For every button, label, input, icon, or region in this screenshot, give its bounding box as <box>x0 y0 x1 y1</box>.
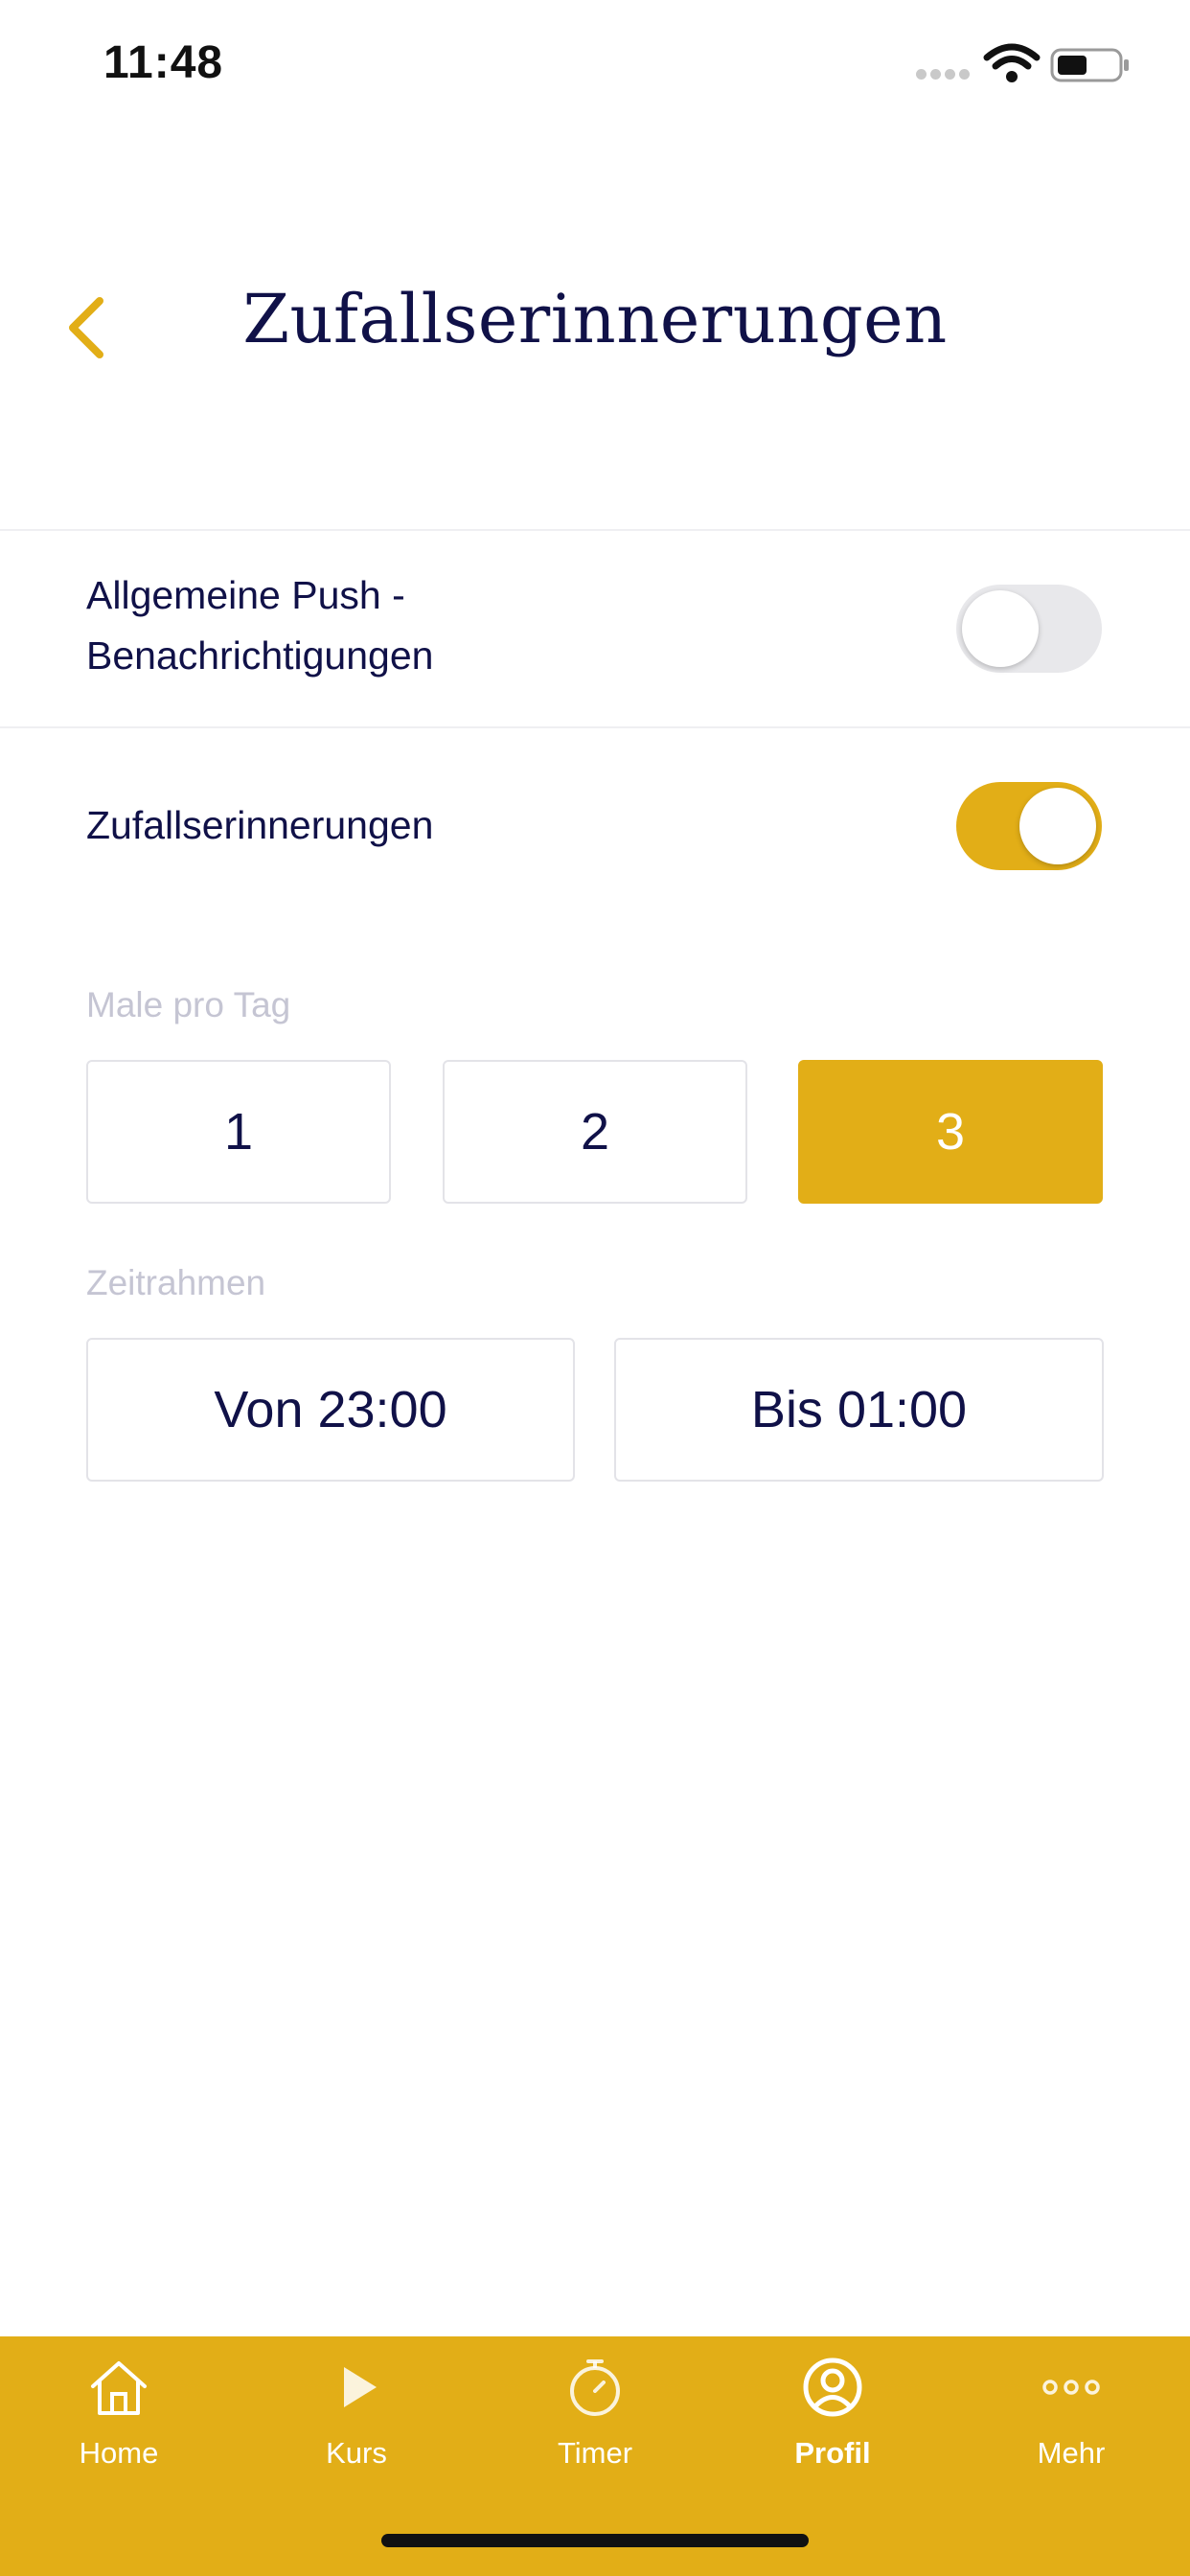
tab-profil-label: Profil <box>794 2436 871 2470</box>
times-option-1[interactable]: 1 <box>86 1060 391 1204</box>
tab-home-label: Home <box>79 2436 159 2470</box>
tab-mehr[interactable]: Mehr <box>952 2346 1190 2490</box>
wifi-icon <box>983 43 1041 82</box>
divider <box>0 529 1190 531</box>
stopwatch-icon <box>570 2359 620 2416</box>
profile-icon <box>803 2358 862 2417</box>
times-per-day-label: Male pro Tag <box>86 985 291 1024</box>
push-label-line1: Allgemeine Push - <box>86 573 405 617</box>
status-time: 11:48 <box>103 37 224 88</box>
tab-mehr-label: Mehr <box>1037 2436 1106 2470</box>
home-icon <box>91 2361 147 2415</box>
timeframe-to-button[interactable]: Bis 01:00 <box>614 1338 1104 1482</box>
tab-home[interactable]: Home <box>0 2346 238 2490</box>
tab-kurs-label: Kurs <box>326 2436 387 2470</box>
tab-kurs[interactable]: Kurs <box>238 2346 475 2490</box>
tab-timer[interactable]: Timer <box>476 2346 714 2490</box>
timeframe-from-button[interactable]: Von 23:00 <box>86 1338 575 1482</box>
push-notifications-toggle[interactable] <box>956 585 1102 673</box>
random-reminders-toggle[interactable] <box>956 782 1102 870</box>
battery-icon <box>1050 48 1129 82</box>
cellular-signal-icon <box>916 69 972 80</box>
push-notifications-label: Allgemeine Push - Benachrichtigungen <box>86 565 433 686</box>
timeframe-label: Zeitrahmen <box>86 1263 266 1302</box>
tab-timer-label: Timer <box>557 2436 633 2470</box>
random-reminders-label: Zufallserinnerungen <box>86 803 434 847</box>
more-icon <box>1042 2380 1100 2395</box>
play-icon <box>344 2367 377 2407</box>
push-label-line2: Benachrichtigungen <box>86 633 434 678</box>
times-option-3[interactable]: 3 <box>798 1060 1103 1204</box>
divider <box>0 726 1190 728</box>
tab-profil[interactable]: Profil <box>714 2346 951 2490</box>
home-indicator <box>381 2534 809 2547</box>
page-title: Zufallserinnerungen <box>242 280 948 358</box>
times-option-2[interactable]: 2 <box>443 1060 747 1204</box>
